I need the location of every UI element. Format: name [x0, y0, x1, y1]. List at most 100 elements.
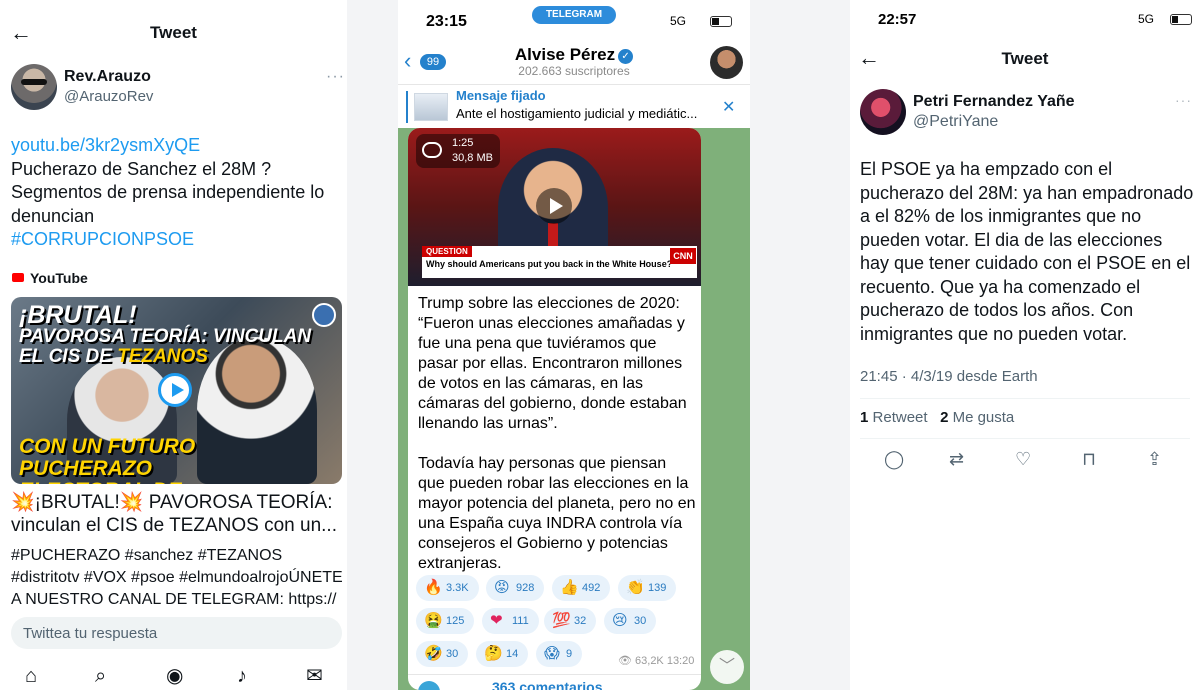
reaction-chip[interactable]: 🔥 3.3K	[416, 575, 479, 601]
retweet-icon[interactable]: ⇄	[949, 449, 964, 469]
reaction-chip[interactable]: 🤔 14	[476, 641, 529, 667]
tweet-header: ← Tweet	[0, 0, 347, 62]
channel-avatar[interactable]	[710, 46, 743, 79]
reaction-chip[interactable]: 😡 928	[486, 575, 545, 601]
video-duration: 1:25	[452, 137, 474, 149]
link-card-title[interactable]: 💥¡BRUTAL!💥 PAVOROSA TEORÍA: vinculan el …	[11, 492, 343, 537]
reaction-chip[interactable]: 😢 30	[604, 608, 657, 634]
page-title: Tweet	[150, 23, 197, 42]
reaction-heart-icon: ❤	[490, 612, 503, 629]
pinned-text: Ante el hostigamiento judicial y mediáti…	[456, 106, 698, 121]
reaction-count: 111	[512, 615, 529, 627]
battery-icon	[1170, 14, 1192, 25]
notifications-icon[interactable]: ♪	[237, 666, 247, 686]
reaction-count: 9	[566, 648, 573, 660]
video-thumbnail[interactable]: ¡BRUTAL! PAVOROSA TEORÍA: VINCULAN EL CI…	[11, 297, 342, 484]
thumbnail-tezanos: TEZANOS	[117, 346, 208, 367]
like-icon[interactable]: ♡	[1015, 449, 1031, 469]
avatar[interactable]	[860, 89, 906, 135]
source-label: YouTube	[30, 270, 88, 286]
reaction-hundred-icon: 💯	[552, 612, 571, 629]
pinned-indicator	[406, 91, 408, 123]
tweet-line-2: Segmentos de prensa independiente lo den…	[11, 182, 325, 226]
retweet-label[interactable]: Retweet	[873, 409, 928, 426]
reaction-chip[interactable]: 😱 9	[536, 641, 583, 667]
network-indicator: 5G	[1138, 12, 1155, 26]
divider	[860, 438, 1190, 439]
question-tag: QUESTION	[422, 246, 472, 257]
channel-name: Alvise Pérez	[514, 45, 616, 64]
page-title: Tweet	[1001, 49, 1049, 68]
download-cloud-icon[interactable]	[422, 142, 442, 158]
tweet-line-1: Pucherazo de Sanchez el 28M ?	[11, 158, 272, 179]
user-name[interactable]: Petri Fernandez Yañe	[913, 93, 1075, 111]
reaction-crying-icon: 😢	[612, 612, 628, 629]
user-handle[interactable]: @PetriYane	[913, 113, 998, 131]
reaction-chip[interactable]: 👍 492	[552, 575, 611, 601]
reaction-chip[interactable]: 💯 32	[544, 608, 597, 634]
reaction-count: 3.3K	[446, 582, 469, 594]
reaction-rofl-icon: 🤣	[424, 645, 443, 662]
youtube-icon	[12, 273, 24, 282]
thumbnail-headline-3: EL CIS DE TEZANOS	[19, 347, 208, 367]
chat-header: ‹ 99 Alvise Pérez ✓ 202.663 suscriptores	[398, 40, 750, 84]
pinned-message-bar[interactable]: Mensaje fijado Ante el hostigamiento jud…	[398, 84, 750, 128]
reaction-count: 30	[634, 615, 647, 627]
youtube-link[interactable]: youtu.be/3kr2ysmXyQE	[11, 134, 341, 158]
reaction-chip[interactable]: 🤣 30	[416, 641, 469, 667]
user-name[interactable]: Rev.Arauzo	[64, 68, 151, 86]
message-paragraph-2: Todavía hay personas que piensan que pue…	[418, 455, 696, 572]
telegram-pill[interactable]: TELEGRAM	[532, 6, 616, 24]
reaction-count: 139	[648, 582, 667, 594]
reaction-count: 928	[516, 582, 535, 594]
scroll-down-icon[interactable]: ﹀	[710, 650, 744, 684]
spaces-icon[interactable]: ◉	[166, 666, 183, 686]
messages-icon[interactable]: ✉	[306, 666, 323, 686]
bookmark-icon[interactable]: ⊓	[1082, 449, 1096, 469]
reaction-count: 492	[582, 582, 601, 594]
verified-icon: ✓	[618, 49, 634, 64]
channel-badge-icon	[312, 303, 336, 327]
search-icon[interactable]: ⌕	[95, 666, 106, 686]
message-text: Trump sobre las elecciones de 2020: “Fue…	[418, 294, 696, 574]
more-options-icon[interactable]: ···	[326, 68, 345, 86]
hashtag-link[interactable]: #CORRUPCIONPSOE	[11, 228, 341, 252]
close-icon[interactable]: ✕	[722, 97, 735, 117]
video-player[interactable]: 1:25 30,8 MB QUESTION Why should America…	[408, 128, 701, 286]
reply-icon[interactable]: ◯	[884, 449, 904, 469]
tweet-body: El PSOE ya ha empzado con el pucherazo d…	[860, 159, 1194, 344]
play-button-icon[interactable]	[158, 373, 192, 407]
reaction-count: 125	[446, 615, 465, 627]
reaction-chip[interactable]: 🤮 125	[416, 608, 475, 634]
tweet-panel-youtube: ← Tweet Rev.Arauzo @ArauzoRev ··· youtu.…	[0, 0, 347, 690]
retweet-count[interactable]: 1	[860, 409, 868, 426]
home-icon[interactable]: ⌂	[25, 666, 37, 686]
status-time: 23:15	[426, 13, 467, 30]
reaction-fire-icon: 🔥	[424, 579, 443, 596]
reaction-chip[interactable]: ❤ 111	[482, 608, 539, 634]
channel-name-row[interactable]: Alvise Pérez ✓	[398, 45, 750, 65]
divider	[860, 398, 1190, 399]
share-icon[interactable]: ⇪	[1147, 449, 1162, 469]
reaction-clap-icon: 👏	[626, 579, 645, 596]
reaction-count: 14	[506, 648, 519, 660]
thumbnail-el: EL	[19, 346, 44, 367]
thumbnail-headline-2: PAVOROSA TEORÍA: VINCULAN	[19, 326, 312, 347]
video-meta: 1:25 30,8 MB	[416, 134, 500, 168]
more-options-icon[interactable]: ···	[1175, 92, 1192, 108]
reaction-chip[interactable]: 👏 139	[618, 575, 677, 601]
comments-bar[interactable]: 363 comentarios	[408, 674, 701, 690]
reply-input[interactable]: Twittea tu respuesta	[11, 617, 342, 649]
like-count[interactable]: 2	[940, 409, 948, 426]
network-indicator: 5G	[670, 14, 687, 28]
comments-count: 363 comentarios	[492, 679, 603, 690]
play-button-icon[interactable]	[536, 188, 572, 224]
avatar[interactable]	[11, 64, 57, 110]
user-handle[interactable]: @ArauzoRev	[64, 88, 153, 105]
reaction-thumbs-up-icon: 👍	[560, 579, 579, 596]
message-paragraph-1: Trump sobre las elecciones de 2020: “Fue…	[418, 295, 687, 432]
like-label[interactable]: Me gusta	[953, 409, 1015, 426]
tweet-panel-text: 22:57 5G ← Tweet Petri Fernandez Yañe @P…	[850, 0, 1200, 690]
lower-third: QUESTION Why should Americans put you ba…	[422, 246, 697, 278]
